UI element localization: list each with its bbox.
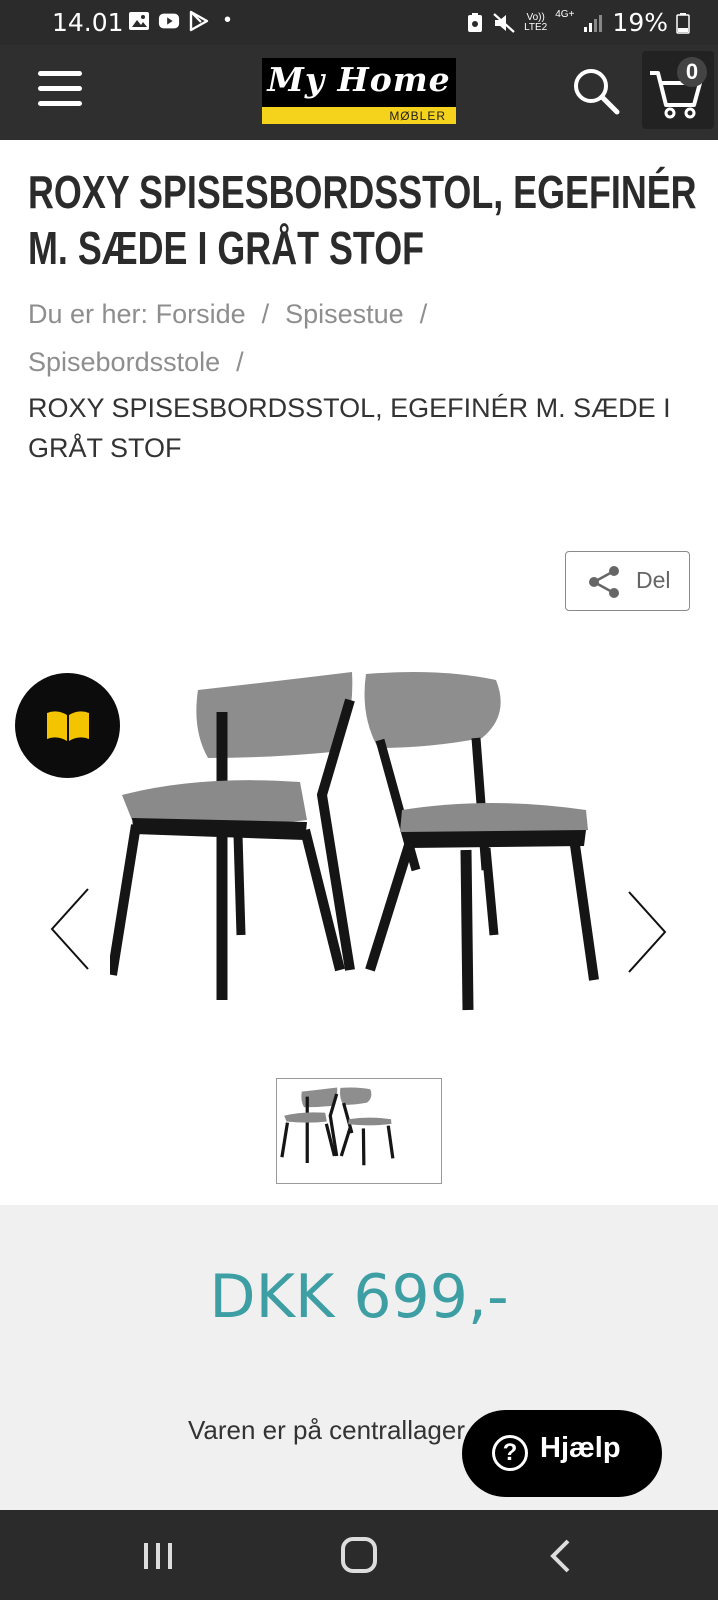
battery-percent: 19% bbox=[612, 8, 668, 37]
gallery-icon bbox=[129, 11, 149, 30]
notification-dot: • bbox=[224, 9, 232, 31]
play-store-icon bbox=[189, 10, 209, 31]
system-nav-bar bbox=[0, 1510, 718, 1600]
menu-icon-bar bbox=[38, 86, 82, 91]
product-price: DKK 699,- bbox=[209, 1262, 509, 1332]
chevron-right-icon[interactable] bbox=[625, 888, 670, 978]
back-icon[interactable] bbox=[548, 1538, 572, 1574]
breadcrumb-separator: / bbox=[236, 347, 244, 377]
notification-icons: • bbox=[128, 9, 231, 32]
menu-button[interactable] bbox=[38, 71, 82, 111]
book-icon bbox=[47, 711, 89, 741]
breadcrumb-separator: / bbox=[261, 299, 270, 329]
stock-status: Varen er på centrallager bbox=[188, 1415, 466, 1445]
product-page: 14.01 • Vo)) LTE2 4G+ 19% My Home MØBLER… bbox=[0, 0, 718, 1600]
breadcrumb-link-forside[interactable]: Forside bbox=[156, 299, 246, 329]
product-thumbnail[interactable] bbox=[276, 1078, 442, 1184]
share-icon bbox=[589, 566, 619, 598]
status-bar: 14.01 • Vo)) LTE2 4G+ 19% bbox=[0, 0, 718, 45]
logo-subtitle: MØBLER bbox=[389, 109, 446, 123]
help-button[interactable]: ? Hjælp bbox=[462, 1410, 662, 1497]
logo-strip: MØBLER bbox=[262, 107, 456, 124]
catalog-button[interactable] bbox=[15, 673, 120, 778]
share-label: Del bbox=[636, 567, 671, 593]
breadcrumb-current: ROXY SPISESBORDSSTOL, EGEFINÉR M. SÆDE I… bbox=[28, 393, 671, 463]
help-icon: ? bbox=[492, 1435, 528, 1471]
help-label: Hjælp bbox=[540, 1432, 621, 1464]
chair-left bbox=[110, 672, 355, 1000]
product-title: ROXY SPISESBORDSSTOL, EGEFINÉR M. SÆDE I… bbox=[28, 166, 697, 274]
chevron-left-icon[interactable] bbox=[48, 885, 93, 975]
battery-saver-icon bbox=[468, 12, 483, 32]
site-logo[interactable]: My Home MØBLER bbox=[262, 58, 456, 124]
recent-apps-icon[interactable] bbox=[142, 1541, 174, 1571]
breadcrumb-link-spisestue[interactable]: Spisestue bbox=[285, 299, 404, 329]
chair-right bbox=[364, 672, 599, 1011]
breadcrumb-link-spisebordsstole[interactable]: Spisebordsstole bbox=[28, 347, 220, 377]
site-header: My Home MØBLER 0 bbox=[0, 45, 718, 140]
network-type: Vo)) LTE2 bbox=[524, 11, 548, 33]
product-image[interactable] bbox=[110, 670, 610, 1035]
menu-icon-bar bbox=[38, 101, 82, 106]
share-button[interactable]: Del bbox=[565, 551, 690, 611]
cart-count-badge: 0 bbox=[677, 57, 707, 87]
system-status: Vo)) LTE2 4G+ 19% bbox=[466, 8, 690, 37]
youtube-icon bbox=[158, 13, 180, 28]
logo-text: My Home bbox=[267, 60, 451, 99]
breadcrumb: Du er her: Forside / Spisestue / Spisebords… bbox=[28, 290, 698, 468]
signal-icon bbox=[584, 14, 603, 32]
search-icon[interactable] bbox=[570, 65, 622, 117]
menu-icon-bar bbox=[38, 71, 82, 76]
cart-button[interactable]: 0 bbox=[642, 51, 714, 129]
status-time: 14.01 bbox=[52, 8, 124, 37]
home-icon[interactable] bbox=[341, 1537, 377, 1573]
battery-icon bbox=[676, 12, 690, 34]
mute-icon bbox=[493, 12, 515, 33]
thumbnail-image bbox=[280, 1087, 395, 1166]
breadcrumb-separator: / bbox=[419, 299, 428, 329]
breadcrumb-prefix: Du er her: bbox=[28, 299, 149, 329]
signal-label: 4G+ bbox=[555, 9, 575, 20]
